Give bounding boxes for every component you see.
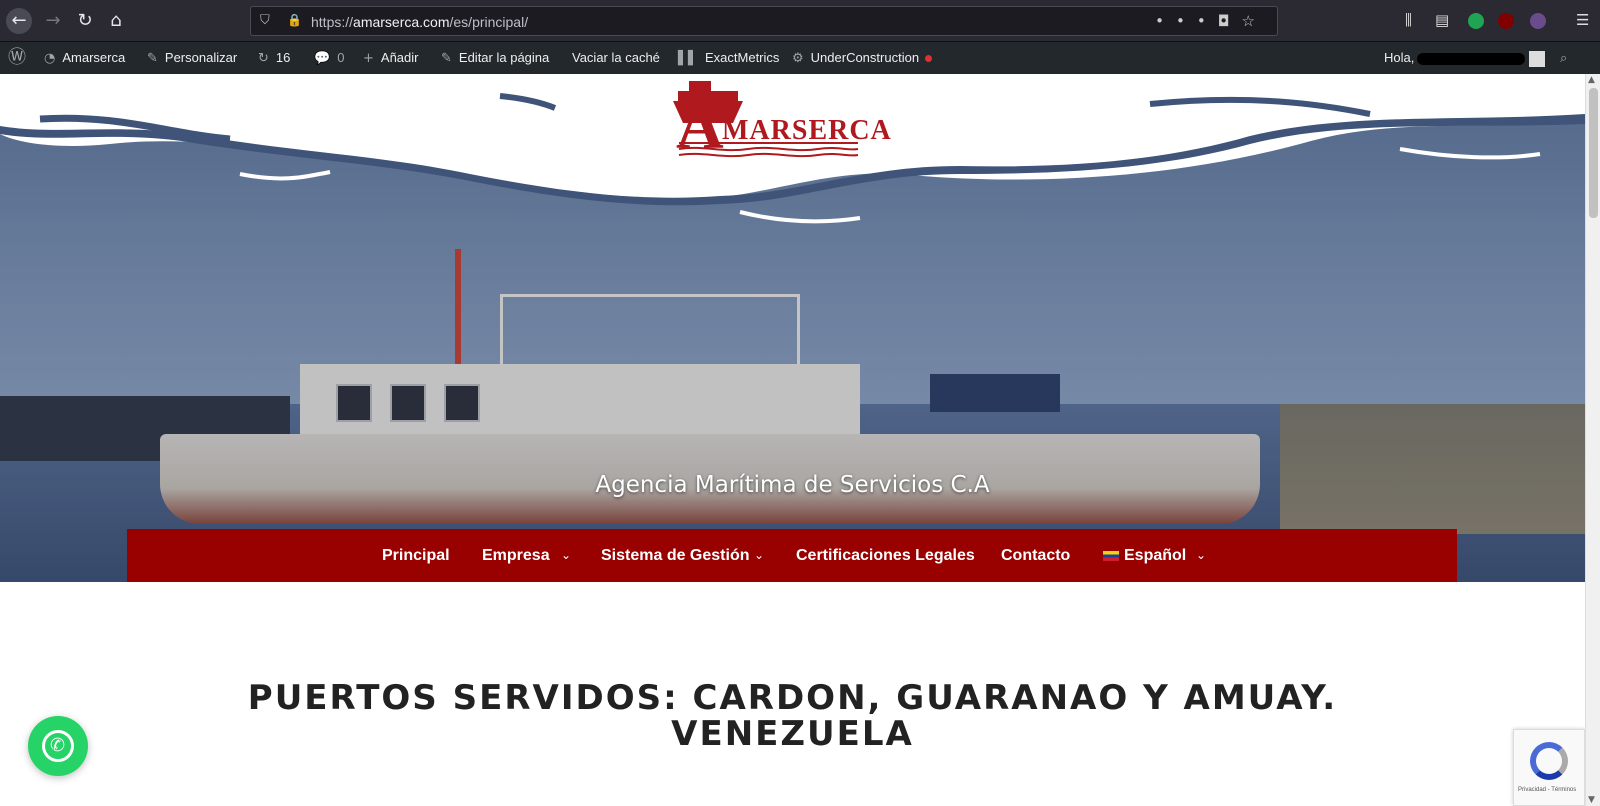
scroll-thumb[interactable]: [1589, 88, 1598, 218]
more-dots-icon[interactable]: •••: [1155, 12, 1218, 30]
wp-customize[interactable]: ✎ Personalizar: [147, 42, 237, 74]
venezuela-flag-icon: [1103, 550, 1119, 561]
updates-icon: ↻: [258, 51, 269, 66]
scroll-up-icon[interactable]: ▲: [1588, 75, 1595, 85]
lock-icon[interactable]: 🔒: [287, 13, 302, 27]
scroll-down-icon[interactable]: ▼: [1588, 795, 1595, 805]
nav-item-principal[interactable]: Principal: [382, 529, 450, 582]
wp-updates[interactable]: ↻ 16: [258, 42, 290, 74]
logo-wordmark: MARSERCA: [722, 115, 892, 146]
reload-icon[interactable]: ↻: [72, 8, 98, 34]
recaptcha-badge[interactable]: Privacidad - Términos: [1513, 729, 1585, 806]
pencil-icon: ✎: [441, 51, 452, 66]
hamburger-menu-icon[interactable]: ☰: [1576, 11, 1589, 29]
wp-edit-page[interactable]: ✎ Editar la página: [441, 42, 549, 74]
pocket-icon[interactable]: ◘: [1218, 12, 1242, 30]
url-actions: •••◘☆: [1155, 12, 1267, 30]
avatar: [1529, 50, 1546, 67]
gear-icon: ⚙: [792, 51, 804, 66]
scrollbar[interactable]: ▲ ▼: [1585, 74, 1600, 806]
wp-admin-bar: Ⓦ ◔ Amarserca ✎ Personalizar ↻ 16 💬 0 + Añadi…: [0, 42, 1600, 74]
dashboard-icon: ◔: [44, 51, 56, 66]
url-bar[interactable]: ⛉ 🔒 https://amarserca.com/es/principal/ …: [250, 6, 1278, 36]
heading-line-2: VENEZUELA: [671, 714, 914, 754]
home-icon[interactable]: ⌂: [103, 8, 129, 34]
hero-banner: A MARSERCA Agencia Marítima de Servicios…: [0, 74, 1585, 582]
wp-comments[interactable]: 💬 0: [314, 42, 344, 74]
plus-icon: +: [363, 51, 374, 66]
forward-button[interactable]: →: [40, 8, 66, 34]
brush-icon: ✎: [147, 51, 158, 66]
back-button[interactable]: ←: [6, 8, 32, 34]
wp-account[interactable]: Hola,: [1384, 42, 1546, 74]
whatsapp-chat-button[interactable]: ✆: [28, 716, 88, 776]
phone-icon: ✆: [50, 735, 66, 756]
status-dot: [925, 55, 933, 63]
bar-chart-icon: ▌▌: [678, 51, 698, 66]
ublock-icon[interactable]: [1498, 13, 1514, 29]
extension-green-icon[interactable]: [1468, 13, 1484, 29]
wp-clear-cache[interactable]: Vaciar la caché: [572, 42, 660, 74]
nav-item-sistema-de-gestion[interactable]: Sistema de Gestión: [601, 529, 750, 582]
comment-icon: 💬: [314, 51, 331, 66]
nav-item-certificaciones-legales[interactable]: Certificaciones Legales: [796, 529, 975, 582]
nav-item-language[interactable]: Español: [1103, 529, 1186, 582]
star-icon[interactable]: ☆: [1242, 12, 1267, 30]
wp-site-name[interactable]: ◔ Amarserca: [44, 42, 125, 74]
wp-exactmetrics[interactable]: ▌▌ ExactMetrics: [678, 42, 779, 74]
shield-icon[interactable]: ⛉: [260, 13, 274, 29]
wp-add-new[interactable]: + Añadir: [363, 42, 418, 74]
library-icon[interactable]: ⫼: [1405, 11, 1412, 29]
chevron-down-icon[interactable]: ⌄: [754, 529, 764, 582]
recaptcha-icon: [1530, 742, 1568, 780]
recaptcha-footer[interactable]: Privacidad - Términos: [1518, 787, 1576, 793]
nav-item-contacto[interactable]: Contacto: [1001, 529, 1070, 582]
main-navigation: Principal Empresa ⌄ Sistema de Gestión ⌄…: [127, 529, 1457, 582]
browser-toolbar: ← → ↻ ⌂ ⛉ 🔒 https://amarserca.com/es/pri…: [0, 0, 1600, 42]
wordpress-logo-icon[interactable]: Ⓦ: [8, 42, 33, 74]
extension-avatar-icon[interactable]: [1530, 13, 1546, 29]
nav-item-empresa[interactable]: Empresa: [482, 529, 550, 582]
wp-underconstruction[interactable]: ⚙ UnderConstruction: [792, 42, 933, 74]
url-text[interactable]: https://amarserca.com/es/principal/: [311, 14, 528, 30]
redacted-username: [1417, 52, 1526, 65]
site-tagline: Agencia Marítima de Servicios C.A: [595, 472, 990, 498]
search-icon[interactable]: ⌕: [1560, 42, 1574, 74]
logo-initial: A: [676, 90, 724, 163]
heading-line-1: PUERTOS SERVIDOS: CARDON, GUARANAO Y AMU…: [247, 678, 1338, 718]
page-heading: PUERTOS SERVIDOS: CARDON, GUARANAO Y AMU…: [0, 680, 1585, 752]
sidebar-icon[interactable]: ▤: [1435, 11, 1449, 29]
chevron-down-icon[interactable]: ⌄: [561, 529, 571, 582]
chevron-down-icon[interactable]: ⌄: [1196, 529, 1206, 582]
